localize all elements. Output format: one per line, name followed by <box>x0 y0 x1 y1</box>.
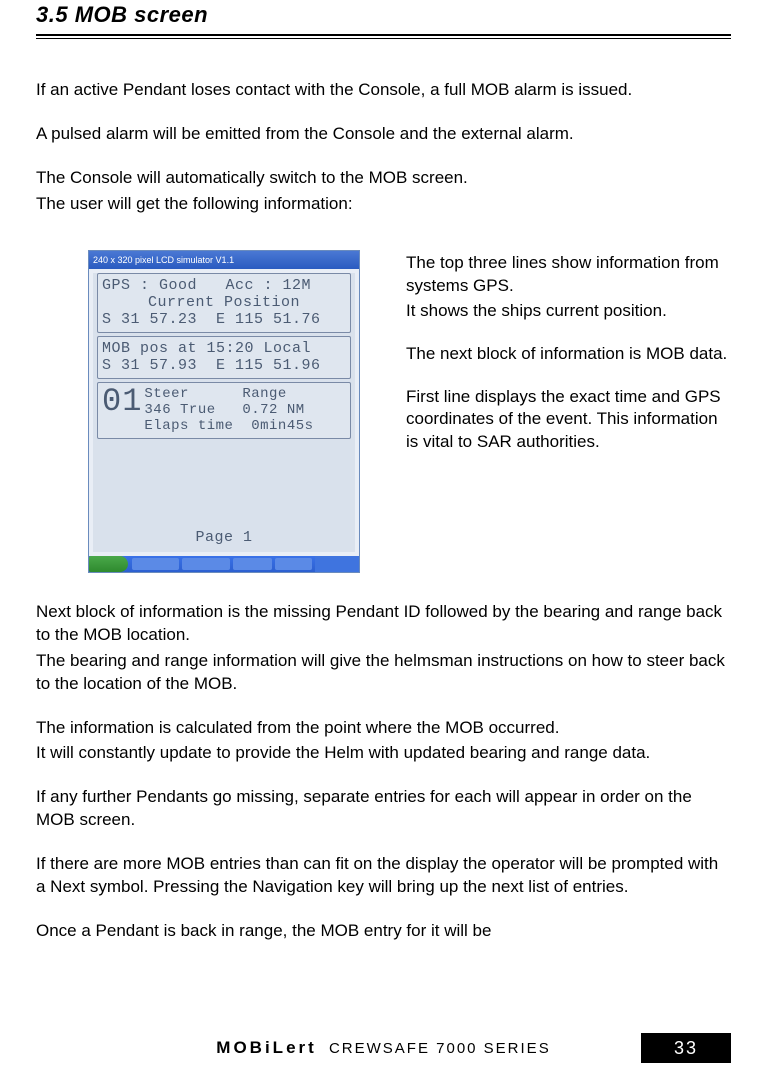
steer-header: Steer Range <box>144 386 346 402</box>
figure-description: The top three lines show information fro… <box>388 250 731 457</box>
taskbar <box>89 556 359 572</box>
taskbar-item <box>182 558 230 570</box>
side-p3: The next block of information is MOB dat… <box>406 343 731 366</box>
below-p6: If there are more MOB entries than can f… <box>36 853 731 899</box>
page-indicator-area: Page 1 <box>93 442 355 552</box>
heading-rule-thin <box>36 38 731 39</box>
below-p2: The bearing and range information will g… <box>36 650 731 696</box>
mob-panel: MOB pos at 15:20 Local S 31 57.93 E 115 … <box>97 336 351 379</box>
intro-p4: The user will get the following informat… <box>36 193 731 216</box>
steer-values: 346 True 0.72 NM <box>144 402 346 418</box>
document-page: 3.5 MOB screen If an active Pendant lose… <box>0 0 767 1073</box>
lcd-area: GPS : Good Acc : 12M Current Position S … <box>93 273 355 552</box>
elapsed-time: Elaps time 0min45s <box>144 418 346 434</box>
taskbar-item <box>132 558 180 570</box>
gps-line-1: GPS : Good Acc : 12M <box>102 277 346 294</box>
intro-p1: If an active Pendant loses contact with … <box>36 79 731 102</box>
mob-line-2: S 31 57.93 E 115 51.96 <box>102 357 346 374</box>
start-button-icon <box>89 556 128 572</box>
below-p4: It will constantly update to provide the… <box>36 742 731 765</box>
taskbar-item <box>275 558 312 570</box>
below-p3: The information is calculated from the p… <box>36 717 731 740</box>
system-tray <box>315 556 359 572</box>
side-p4: First line displays the exact time and G… <box>406 386 731 455</box>
window-title: 240 x 320 pixel LCD simulator V1.1 <box>93 255 234 265</box>
footer-series: CREWSAFE 7000 SERIES <box>323 1040 551 1057</box>
figure-row: 240 x 320 pixel LCD simulator V1.1 GPS :… <box>36 250 731 573</box>
heading-rule-thick <box>36 34 731 39</box>
pendant-id: 01 <box>102 386 144 434</box>
side-p1: The top three lines show information fro… <box>406 252 731 298</box>
steer-right: Steer Range 346 True 0.72 NM Elaps time … <box>144 386 346 434</box>
intro-p3: The Console will automatically switch to… <box>36 167 731 190</box>
gps-line-3: S 31 57.23 E 115 51.76 <box>102 311 346 328</box>
gps-panel: GPS : Good Acc : 12M Current Position S … <box>97 273 351 333</box>
mob-line-1: MOB pos at 15:20 Local <box>102 340 346 357</box>
steer-panel: 01 Steer Range 346 True 0.72 NM Elaps ti… <box>97 382 351 439</box>
page-number: 33 <box>641 1033 731 1063</box>
intro-p2: A pulsed alarm will be emitted from the … <box>36 123 731 146</box>
page-indicator: Page 1 <box>195 529 252 546</box>
below-p5: If any further Pendants go missing, sepa… <box>36 786 731 832</box>
intro-block: If an active Pendant loses contact with … <box>36 79 731 216</box>
footer-brand: MOBiLert <box>216 1038 317 1057</box>
taskbar-item <box>233 558 272 570</box>
section-heading: 3.5 MOB screen <box>36 2 731 28</box>
below-p7: Once a Pendant is back in range, the MOB… <box>36 920 731 943</box>
screenshot-figure: 240 x 320 pixel LCD simulator V1.1 GPS :… <box>88 250 388 573</box>
below-block: Next block of information is the missing… <box>36 601 731 943</box>
heading-row: 3.5 MOB screen <box>36 0 731 39</box>
page-footer: MOBiLert CREWSAFE 7000 SERIES 33 <box>0 1033 767 1063</box>
window-titlebar: 240 x 320 pixel LCD simulator V1.1 <box>89 251 359 269</box>
gps-line-2: Current Position <box>102 294 346 311</box>
below-p1: Next block of information is the missing… <box>36 601 731 647</box>
simulator-window: 240 x 320 pixel LCD simulator V1.1 GPS :… <box>88 250 360 573</box>
side-p2: It shows the ships current position. <box>406 300 731 323</box>
